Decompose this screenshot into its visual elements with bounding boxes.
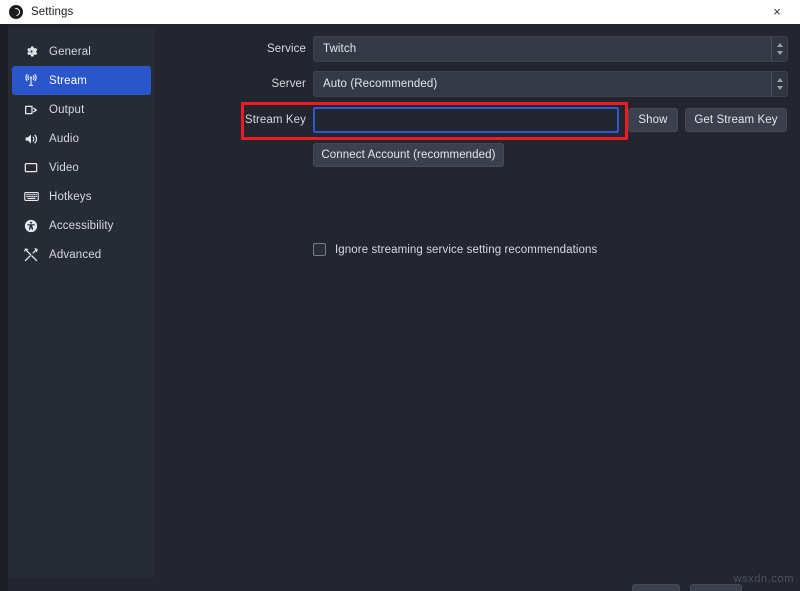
- service-label: Service: [266, 43, 306, 55]
- show-stream-key-button[interactable]: Show: [628, 108, 678, 132]
- close-icon[interactable]: ×: [754, 0, 800, 23]
- sidebar-item-label: Video: [49, 161, 79, 174]
- server-spinner[interactable]: [771, 72, 787, 96]
- output-screen-icon: [22, 101, 40, 119]
- settings-window: Settings × General Stream Output Audio V…: [0, 0, 800, 591]
- service-spinner[interactable]: [771, 37, 787, 61]
- window-title: Settings: [31, 6, 74, 18]
- sidebar-item-general[interactable]: General: [12, 37, 151, 66]
- gear-icon: [22, 43, 40, 61]
- ignore-recommendations-label: Ignore streaming service setting recomme…: [335, 243, 598, 256]
- sidebar-item-label: Audio: [49, 132, 80, 145]
- server-select-value: Auto (Recommended): [323, 78, 438, 90]
- sidebar-item-label: Stream: [49, 74, 87, 87]
- sidebar-item-label: Accessibility: [49, 219, 114, 232]
- dialog-button-left[interactable]: [632, 584, 680, 591]
- stream-key-label: Stream Key: [244, 114, 306, 126]
- chevron-up-icon: [776, 78, 783, 82]
- ignore-recommendations-row[interactable]: Ignore streaming service setting recomme…: [313, 243, 597, 256]
- broadcast-icon: [22, 72, 40, 90]
- get-stream-key-button[interactable]: Get Stream Key: [685, 108, 787, 132]
- server-select[interactable]: Auto (Recommended): [313, 71, 788, 97]
- obs-logo-icon: [9, 5, 23, 19]
- server-label: Server: [271, 78, 306, 90]
- ignore-recommendations-checkbox[interactable]: [313, 243, 326, 256]
- monitor-icon: [22, 159, 40, 177]
- sidebar-item-label: General: [49, 45, 91, 58]
- sidebar-item-accessibility[interactable]: Accessibility: [12, 211, 151, 240]
- chevron-up-icon: [776, 43, 783, 47]
- sidebar-item-label: Advanced: [49, 248, 102, 261]
- sidebar-item-output[interactable]: Output: [12, 95, 151, 124]
- sidebar-item-advanced[interactable]: Advanced: [12, 240, 151, 269]
- keyboard-icon: [22, 188, 40, 206]
- sidebar-item-stream[interactable]: Stream: [12, 66, 151, 95]
- service-select[interactable]: Twitch: [313, 36, 788, 62]
- chevron-down-icon: [776, 86, 783, 90]
- sidebar-item-label: Hotkeys: [49, 190, 92, 203]
- dialog-button-right[interactable]: [690, 584, 742, 591]
- sidebar-item-video[interactable]: Video: [12, 153, 151, 182]
- service-select-value: Twitch: [323, 43, 357, 55]
- connect-account-button[interactable]: Connect Account (recommended): [313, 143, 504, 167]
- chevron-down-icon: [776, 51, 783, 55]
- title-bar: Settings ×: [0, 0, 800, 25]
- left-gutter: [0, 24, 8, 591]
- stream-key-input[interactable]: [313, 107, 619, 133]
- accessibility-icon: [22, 217, 40, 235]
- window-body: General Stream Output Audio Video Hotkey…: [0, 24, 800, 591]
- sidebar-item-audio[interactable]: Audio: [12, 124, 151, 153]
- sidebar-item-hotkeys[interactable]: Hotkeys: [12, 182, 151, 211]
- tools-icon: [22, 246, 40, 264]
- settings-sidebar: General Stream Output Audio Video Hotkey…: [8, 28, 155, 578]
- stream-settings-panel: Service Twitch Server Auto (Recommended): [156, 24, 800, 591]
- sidebar-item-label: Output: [49, 103, 85, 116]
- watermark: wsxdn.com: [733, 573, 794, 585]
- speaker-icon: [22, 130, 40, 148]
